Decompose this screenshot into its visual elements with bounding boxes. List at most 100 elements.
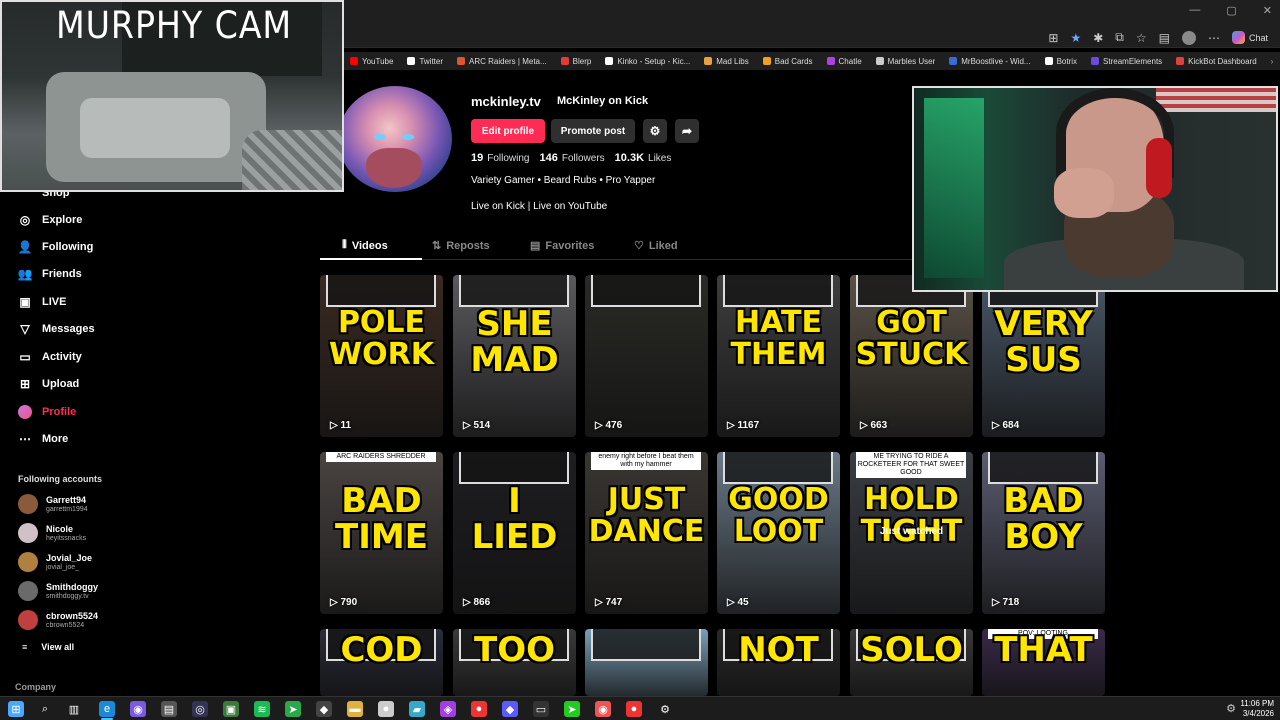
apps-icon[interactable]: ⊞ xyxy=(1048,31,1058,45)
tab-favorites[interactable]: ▤ Favorites xyxy=(530,239,594,253)
edge-icon[interactable]: e xyxy=(99,701,115,717)
copilot-chat-button[interactable]: Chat xyxy=(1231,31,1268,44)
bookmark-item[interactable]: YouTube xyxy=(350,57,393,66)
sidebar-item-upload[interactable]: ⊞ Upload xyxy=(18,377,79,391)
close-icon[interactable]: ✕ xyxy=(1263,4,1272,17)
bookmark-item[interactable]: MrBoostlive - Wid... xyxy=(949,57,1031,66)
bookmark-item[interactable]: Marbles User xyxy=(875,57,935,66)
app-icon[interactable]: ➤ xyxy=(285,701,301,717)
video-thumbnail[interactable]: SOLO xyxy=(850,629,973,696)
bookmark-item[interactable]: Twitter xyxy=(407,57,443,66)
taskbar-clock[interactable]: 11:06 PM 3/4/2026 xyxy=(1240,699,1274,719)
bookmark-item[interactable]: KickBot Dashboard xyxy=(1176,57,1257,66)
tab-liked[interactable]: ♡ Liked xyxy=(634,239,678,253)
app-icon[interactable]: ▣ xyxy=(223,701,239,717)
app-icon[interactable]: ◉ xyxy=(130,701,146,717)
view-all-link[interactable]: ≡ View all xyxy=(22,642,74,652)
following-account[interactable]: Garrett94 garrettm1994 xyxy=(18,494,88,514)
bookmark-item[interactable]: StreamElements xyxy=(1091,57,1162,66)
following-account[interactable]: Jovial_Joe jovial_joe_ xyxy=(18,552,92,572)
collections-icon[interactable]: ▤ xyxy=(1159,31,1170,45)
bookmark-item[interactable]: Bad Cards xyxy=(762,57,813,66)
video-thumbnail[interactable]: NOT xyxy=(717,629,840,696)
search-icon[interactable]: ⌕ xyxy=(37,701,53,717)
app-icon[interactable]: ◆ xyxy=(502,701,518,717)
sidebar-item-messages[interactable]: ▽ Messages xyxy=(18,322,94,336)
app-icon[interactable]: ● xyxy=(471,701,487,717)
favorites-icon[interactable]: ☆ xyxy=(1136,31,1147,45)
promote-post-button[interactable]: Promote post xyxy=(551,119,635,143)
folder-icon[interactable]: ▬ xyxy=(347,701,363,717)
windows-start-icon[interactable]: ⊞ xyxy=(8,701,24,717)
app-icon[interactable]: ◉ xyxy=(595,701,611,717)
video-thumbnail[interactable]: enemy right before I beat them with my h… xyxy=(585,452,708,614)
profile-links[interactable]: Live on Kick | Live on YouTube xyxy=(471,201,607,212)
video-thumbnail[interactable]: SHE MAD ▷ 514 xyxy=(453,275,576,437)
app-icon[interactable]: ▰ xyxy=(409,701,425,717)
app-icon[interactable]: ◆ xyxy=(316,701,332,717)
profile-avatar[interactable] xyxy=(338,86,452,192)
video-thumbnail[interactable]: ▷ 476 xyxy=(585,275,708,437)
video-thumbnail[interactable]: I LIED ▷ 866 xyxy=(453,452,576,614)
split-screen-icon[interactable]: ⧉ xyxy=(1115,30,1124,45)
tab-videos[interactable]: ⦀ Videos xyxy=(342,239,388,252)
video-thumbnail[interactable]: ARC RAIDERS SHREDDER BAD TIME ▷ 790 xyxy=(320,452,443,614)
profile-avatar-icon[interactable] xyxy=(1181,30,1196,45)
sidebar-item-explore[interactable]: ◎ Explore xyxy=(18,213,83,227)
video-thumbnail[interactable]: HATE THEM ▷ 1167 xyxy=(717,275,840,437)
video-thumbnail[interactable]: TOO xyxy=(453,629,576,696)
facecam-frame xyxy=(988,452,1098,484)
share-icon[interactable]: ➦ xyxy=(675,119,699,143)
maximize-icon[interactable]: ▢ xyxy=(1226,4,1236,17)
video-thumbnail[interactable]: BAD BOY ▷ 718 xyxy=(982,452,1105,614)
view-count-value: 1167 xyxy=(737,420,760,431)
video-thumbnail[interactable]: POV: LOOTING THAT xyxy=(982,629,1105,696)
star-icon[interactable]: ★ xyxy=(1070,31,1081,45)
spotify-icon[interactable]: ≋ xyxy=(254,701,270,717)
sidebar-item-profile[interactable]: Profile xyxy=(18,405,76,419)
following-account[interactable]: Smithdoggy smithdoggy.tv xyxy=(18,581,98,601)
video-thumbnail[interactable]: VERY SUS ▷ 684 xyxy=(982,275,1105,437)
tray-icon[interactable]: ⚙ xyxy=(1226,702,1236,715)
video-thumbnail[interactable]: GOT STUCK ▷ 663 xyxy=(850,275,973,437)
sidebar-item-shop[interactable]: Shop xyxy=(42,192,70,198)
app-icon[interactable]: ◎ xyxy=(192,701,208,717)
following-account[interactable]: Nicole heyitssnacks xyxy=(18,523,86,543)
bookmark-item[interactable]: ARC Raiders | Meta... xyxy=(457,57,547,66)
cam-person-hand xyxy=(1054,168,1114,218)
bookmark-item[interactable]: Botrix xyxy=(1044,57,1077,66)
settings-gear-icon[interactable]: ⚙ xyxy=(643,119,667,143)
video-thumbnail[interactable]: POLE WORK ▷ 11 xyxy=(320,275,443,437)
bookmark-item[interactable]: Chatle xyxy=(826,57,862,66)
app-icon[interactable]: ● xyxy=(378,701,394,717)
bookmark-item[interactable]: Blerp xyxy=(560,57,591,66)
app-icon[interactable]: ◈ xyxy=(440,701,456,717)
extension-icon[interactable]: ✱ xyxy=(1093,31,1103,45)
sidebar-item-more[interactable]: ⋯ More xyxy=(18,432,68,446)
terminal-icon[interactable]: ▭ xyxy=(533,701,549,717)
sidebar-item-activity[interactable]: ▭ Activity xyxy=(18,350,81,364)
video-thumbnail[interactable] xyxy=(585,629,708,696)
video-thumbnail[interactable]: GOOD LOOT ▷ 45 xyxy=(717,452,840,614)
video-thumbnail[interactable]: COD xyxy=(320,629,443,696)
tab-reposts[interactable]: ⇅ Reposts xyxy=(432,239,490,253)
app-icon[interactable]: ● xyxy=(626,701,642,717)
settings-icon[interactable]: ⚙ xyxy=(657,701,673,717)
bookmark-label: StreamElements xyxy=(1103,56,1163,66)
bookmarks-overflow-icon[interactable]: › xyxy=(1271,57,1274,66)
bookmark-item[interactable]: Mad Libs xyxy=(704,57,749,66)
following-account[interactable]: cbrown5524 cbrown5524 xyxy=(18,610,98,630)
task-view-icon[interactable]: ▥ xyxy=(66,701,82,717)
sidebar-item-friends[interactable]: 👥 Friends xyxy=(18,267,82,281)
sidebar-item-following[interactable]: 👤 Following xyxy=(18,240,94,254)
bookmark-item[interactable]: Kinko - Setup - Kic... xyxy=(605,57,690,66)
app-icon[interactable]: ➤ xyxy=(564,701,580,717)
app-icon[interactable]: ▤ xyxy=(161,701,177,717)
edit-profile-button[interactable]: Edit profile xyxy=(471,119,545,143)
followers-stat[interactable]: 146 Followers xyxy=(540,152,605,164)
following-stat[interactable]: 19 Following xyxy=(471,152,530,164)
minimize-icon[interactable]: — xyxy=(1189,4,1200,17)
menu-dots-icon[interactable]: ⋯ xyxy=(1208,31,1220,45)
video-thumbnail[interactable]: ME TRYING TO RIDE A ROCKETEER FOR THAT S… xyxy=(850,452,973,614)
sidebar-item-live[interactable]: ▣ LIVE xyxy=(18,295,66,309)
